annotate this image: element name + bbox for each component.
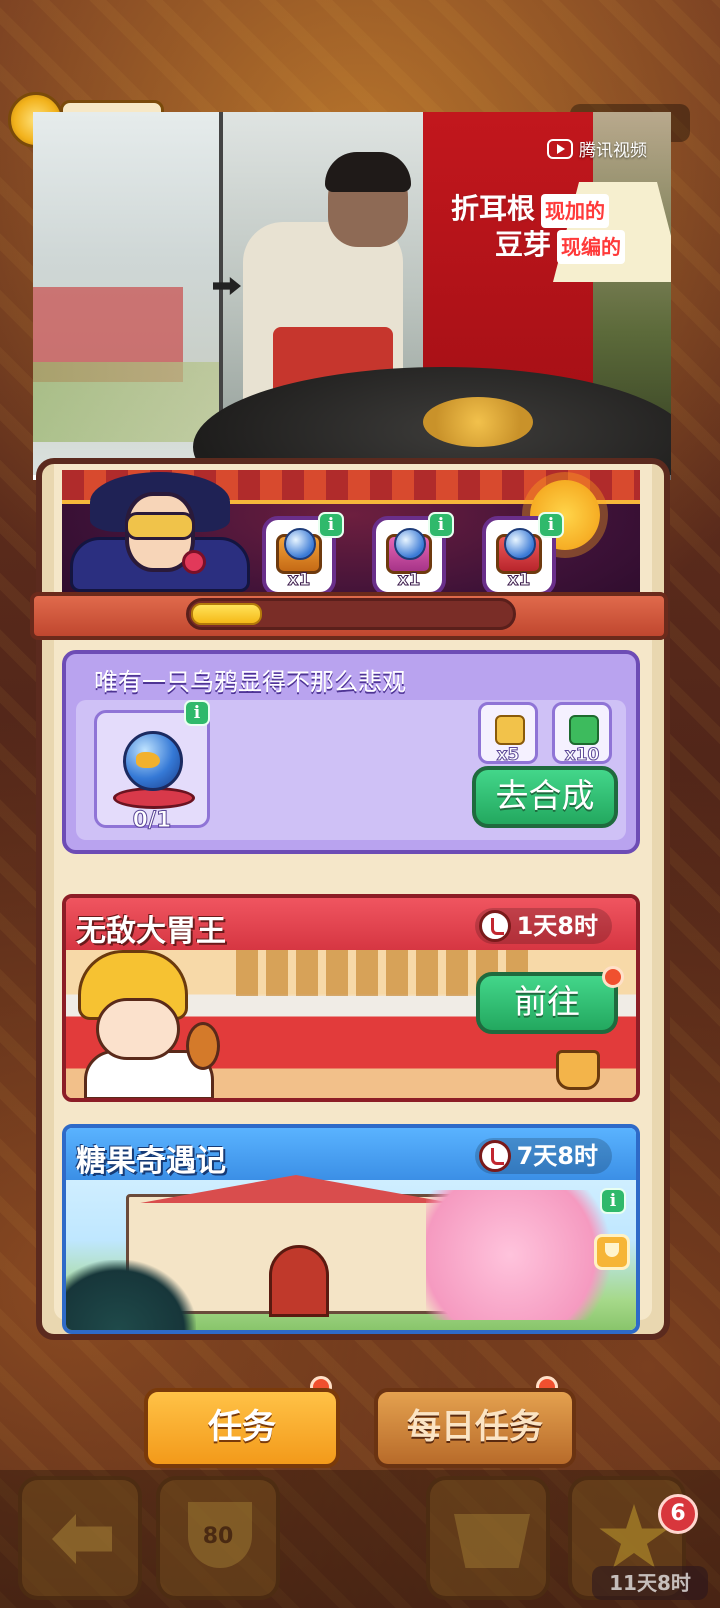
tab-daily-task[interactable]: 每日任务: [374, 1388, 576, 1468]
back-arrow-icon: [52, 1514, 112, 1564]
video-caption-line2-big: 豆芽: [495, 228, 552, 261]
event-progress-fill: [191, 603, 263, 625]
synth-card-title: 唯有一只乌鸦显得不那么悲观: [94, 668, 406, 696]
orb-icon: [284, 528, 316, 560]
item-info-icon[interactable]: i: [184, 700, 210, 726]
chest-count: x1: [397, 570, 421, 591]
bottom-event-timer: 11天8时: [592, 1566, 708, 1600]
basket-button[interactable]: [426, 1476, 550, 1600]
orb-icon: [504, 528, 536, 560]
event-progress-bar: [186, 598, 516, 630]
video-logo: 腾讯视频: [547, 136, 647, 161]
drumstick-icon: [186, 1022, 220, 1070]
chest-1-info-icon[interactable]: i: [318, 512, 344, 538]
video-caption-line1-big: 折耳根: [451, 192, 536, 225]
event-timer-text: 1天8时: [516, 912, 598, 940]
basket-icon: [454, 1514, 530, 1568]
foreground-plants: [66, 1260, 196, 1330]
clock-icon: [478, 910, 511, 942]
back-button[interactable]: [18, 1476, 142, 1600]
chest-count: x1: [507, 570, 531, 591]
event-card-title: 糖果奇遇记: [76, 1144, 226, 1179]
owl-character: [70, 472, 250, 592]
video-scene-outdoor: [33, 112, 219, 480]
chest-3-info-icon[interactable]: i: [538, 512, 564, 538]
trophy-button[interactable]: 80: [156, 1476, 280, 1600]
video-person-hair: [325, 152, 411, 192]
synthesize-button[interactable]: 去合成: [472, 766, 618, 828]
video-player[interactable]: 腾讯视频 折耳根 现加的 豆芽 现编的: [33, 112, 671, 480]
chicken-chef-character: [66, 950, 226, 1098]
ticket-icon: [495, 715, 525, 745]
cup-icon: [556, 1050, 600, 1090]
reward-cash: x10: [552, 702, 612, 766]
chest-2-info-icon[interactable]: i: [428, 512, 454, 538]
event-info-icon[interactable]: i: [600, 1188, 626, 1214]
video-logo-text: 腾讯视频: [579, 141, 647, 161]
event-timer-text: 7天8时: [516, 1142, 598, 1170]
item-progress: 0/1: [132, 808, 172, 834]
tab-task[interactable]: 任务: [144, 1388, 340, 1468]
event-card-candy-adventure[interactable]: 糖果奇遇记 7天8时 i: [62, 1124, 640, 1334]
notification-dot: [602, 966, 624, 988]
go-button[interactable]: 前往: [476, 972, 618, 1034]
event-card-title: 无敌大胃王: [76, 914, 226, 949]
video-caption: 折耳根 现加的 豆芽 现编的: [451, 192, 626, 264]
synth-card: 唯有一只乌鸦显得不那么悲观 0/1 i x5 x10 去合成: [62, 650, 640, 854]
event-timer: 1天8时: [474, 908, 612, 944]
reward-cash-count: x10: [564, 745, 600, 766]
trophy-count: 80: [202, 1524, 234, 1549]
reward-ticket-count: x5: [496, 745, 520, 766]
star-badge: 6: [658, 1494, 698, 1534]
video-scene-food: [423, 397, 533, 447]
rose-icon: [182, 550, 206, 574]
globe-icon: [123, 731, 183, 791]
item-slot[interactable]: 0/1: [94, 710, 210, 834]
event-timer: 7天8时: [474, 1138, 612, 1174]
tencent-video-logo-icon: [547, 138, 573, 159]
video-caption-line1-small: 现加的: [541, 194, 610, 228]
reward-ticket: x5: [478, 702, 538, 766]
chest-count: x1: [287, 570, 311, 591]
trophy-icon[interactable]: [594, 1234, 630, 1270]
manor-scene: [66, 1175, 636, 1330]
manor-door: [269, 1245, 329, 1317]
event-card-big-eater[interactable]: 无敌大胃王 1天8时 前往: [62, 894, 640, 1102]
cash-icon: [569, 715, 599, 745]
video-caption-line2-small: 现编的: [557, 230, 626, 264]
clock-icon: [478, 1140, 511, 1172]
orb-icon: [394, 528, 426, 560]
